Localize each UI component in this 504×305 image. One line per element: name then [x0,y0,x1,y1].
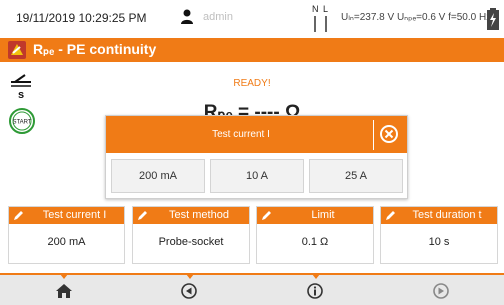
home-button[interactable] [0,274,126,305]
test-current-dialog: Test current I 200 mA 10 A 25 A [105,115,408,199]
back-button[interactable] [126,274,252,305]
param-test-method[interactable]: Test method Probe-socket [132,206,250,264]
status-bar: 19/11/2019 10:29:25 PM admin N L Uₗₙ=237… [0,0,504,38]
param-label: Test duration t [412,209,482,221]
pencil-icon [138,211,147,220]
home-icon [56,284,72,298]
forward-button[interactable] [378,275,504,305]
info-button[interactable] [252,274,378,305]
page-title: Rₚₑ - PE continuity [33,41,157,57]
terminals-icon: N L [310,4,332,34]
option-25a[interactable]: 25 A [309,159,403,193]
param-value: 200 mA [47,236,86,248]
battery-icon [487,8,499,30]
measurement-icon [8,41,26,59]
close-button[interactable] [373,120,404,150]
param-label: Test current I [42,209,107,221]
param-limit[interactable]: Limit 0.1 Ω [256,206,374,264]
status-text: READY! [233,78,271,89]
pencil-icon [14,211,23,220]
terminal-label-n: N [312,4,319,14]
param-test-current[interactable]: Test current I 200 mA [8,206,125,264]
user-icon [181,9,193,24]
back-icon [181,283,197,299]
param-value: Probe-socket [158,236,224,248]
pencil-icon [262,211,271,220]
param-label: Limit [311,209,335,221]
param-value: 10 s [428,236,450,248]
datetime: 19/11/2019 10:29:25 PM [16,11,147,25]
dialog-header: Test current I [106,116,407,153]
pencil-icon [386,211,395,220]
terminal-label-l: L [323,4,329,14]
title-bar: Rₚₑ - PE continuity [0,38,504,62]
param-label: Test method [169,209,229,221]
param-test-duration[interactable]: Test duration t 10 s [380,206,498,264]
info-icon [307,283,323,299]
svg-text:s: s [18,89,24,99]
voltage-readout: Uₗₙ=237.8 V Uₙₚₑ=0.6 V f=50.0 Hz [341,12,492,23]
param-value: 0.1 Ω [301,236,329,248]
dialog-title: Test current I [212,129,270,140]
close-icon [380,125,398,143]
forward-icon [433,283,449,299]
bottom-bar [0,273,504,305]
option-200ma[interactable]: 200 mA [111,159,205,193]
user-name: admin [203,11,233,23]
option-10a[interactable]: 10 A [210,159,304,193]
